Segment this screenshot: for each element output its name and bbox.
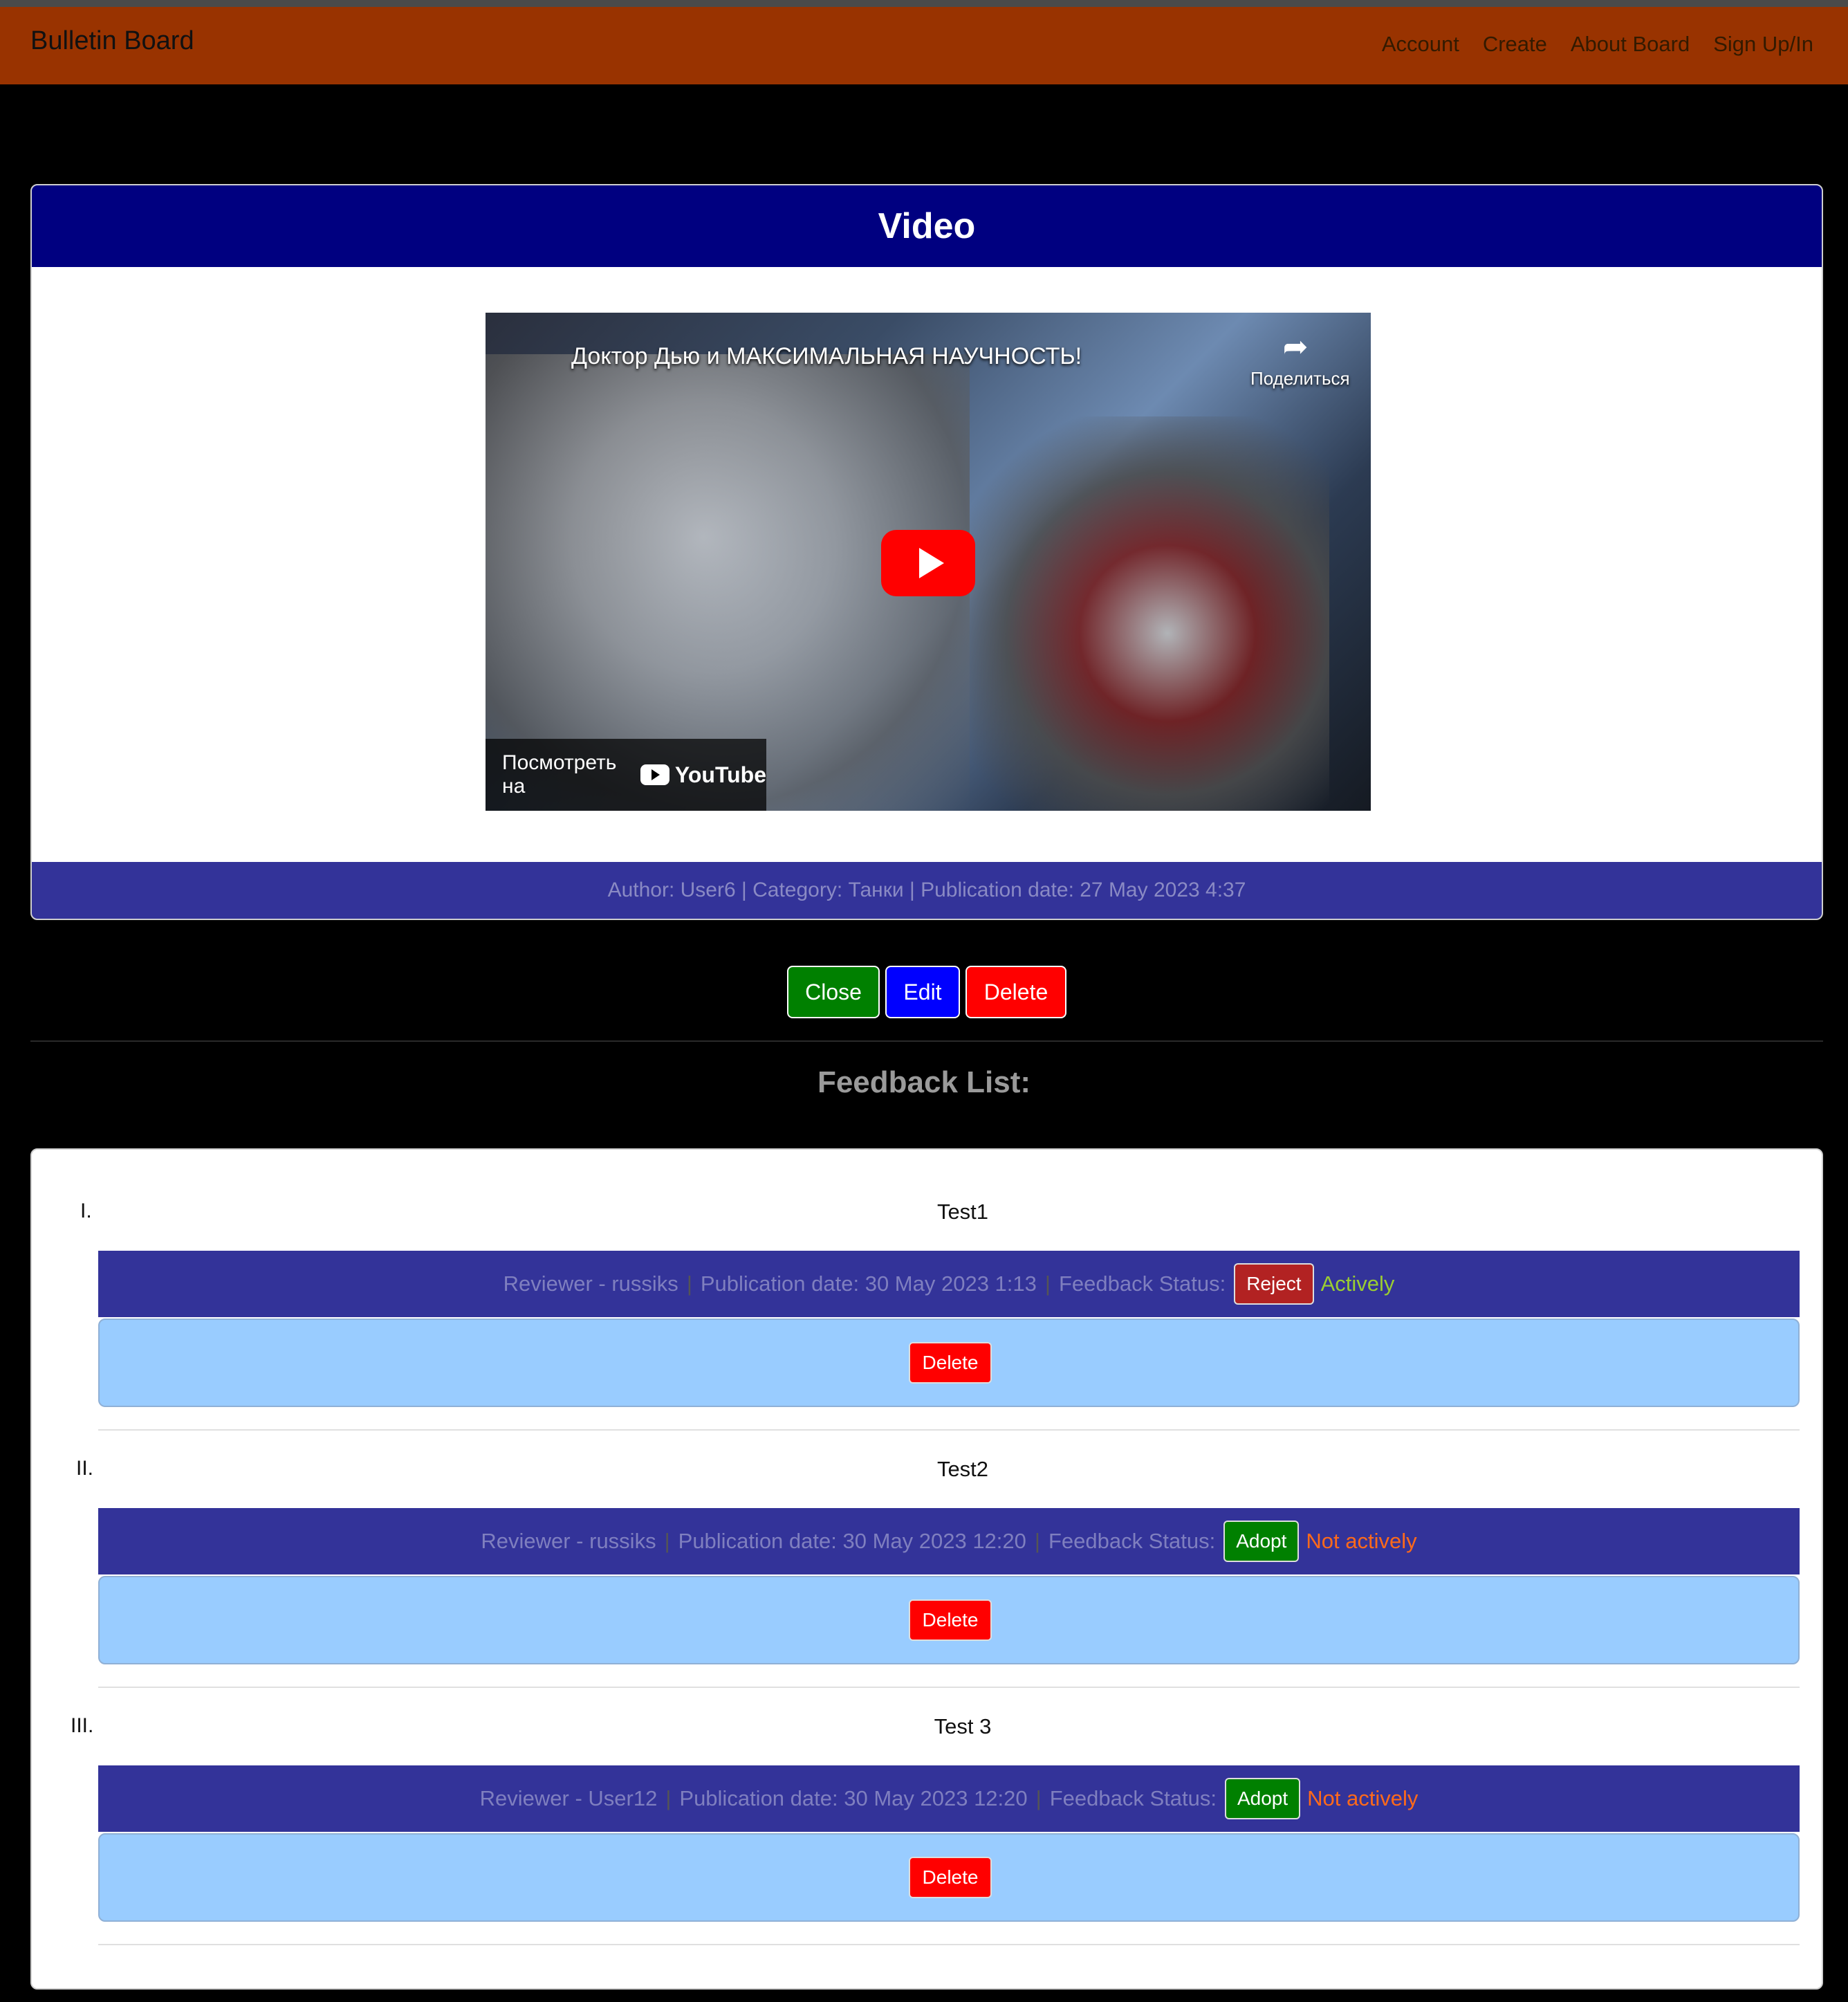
feedback-status: Not actively (1306, 1529, 1417, 1553)
feedback-meta-bar: Reviewer - User12 | Publication date: 30… (98, 1765, 1800, 1832)
brand-link[interactable]: Bulletin Board (30, 26, 194, 56)
nav-account[interactable]: Account (1382, 32, 1459, 57)
feedback-status: Not actively (1307, 1786, 1419, 1810)
feedback-body: Delete (98, 1319, 1800, 1407)
feedback-list-title: Feedback List: (817, 1065, 1031, 1099)
feedback-title: Test2 (936, 1457, 989, 1481)
delete-post-button[interactable]: Delete (965, 966, 1066, 1018)
feedback-divider (98, 1429, 1800, 1431)
adopt-button[interactable]: Adopt (1224, 1778, 1301, 1819)
youtube-icon (640, 764, 669, 785)
close-button[interactable]: Close (787, 966, 880, 1018)
feedback-body: Delete (98, 1576, 1800, 1664)
video-embed[interactable]: Доктор Дью и МАКСИМАЛЬНАЯ НАУЧНОСТЬ! ➦ П… (486, 313, 1371, 811)
delete-feedback-button[interactable]: Delete (909, 1599, 992, 1641)
feedback-reviewer: Reviewer - russiks (503, 1271, 678, 1296)
post-card: Video Доктор Дью и МАКСИМАЛЬНАЯ НАУЧНОСТ… (30, 184, 1823, 920)
reject-button[interactable]: Reject (1234, 1263, 1314, 1305)
youtube-label: YouTube (674, 762, 766, 787)
feedback-status-label: Feedback Status: (1058, 1271, 1226, 1296)
separator: | (664, 1529, 670, 1553)
delete-feedback-button[interactable]: Delete (909, 1342, 992, 1384)
adopt-button[interactable]: Adopt (1223, 1521, 1300, 1562)
post-meta-footer: Author: User6 | Category: Танки | Public… (32, 862, 1822, 919)
feedback-divider (98, 1944, 1800, 1945)
nav-create[interactable]: Create (1483, 32, 1547, 57)
feedback-meta-bar: Reviewer - russiks | Publication date: 3… (98, 1508, 1800, 1574)
feedback-list: I. Test1 Reviewer - russiks | Publicatio… (30, 1148, 1823, 1990)
edit-button[interactable]: Edit (885, 966, 960, 1018)
feedback-status: Actively (1320, 1271, 1395, 1296)
separator: | (665, 1786, 672, 1810)
feedback-divider (98, 1687, 1800, 1688)
video-thumbnail-device (970, 416, 1329, 811)
nav-links: Account Create About Board Sign Up/In (1382, 32, 1813, 57)
share-label: Поделиться (1250, 368, 1350, 389)
separator: | (1044, 1271, 1051, 1296)
navbar: Bulletin Board Account Create About Boar… (0, 7, 1848, 84)
post-header: Video (32, 185, 1822, 267)
feedback-body: Delete (98, 1833, 1800, 1922)
nav-about-board[interactable]: About Board (1571, 32, 1690, 57)
separator: | (1034, 1529, 1040, 1553)
divider (30, 1040, 1823, 1042)
feedback-status-label: Feedback Status: (1048, 1529, 1216, 1553)
play-button[interactable] (881, 530, 975, 596)
share-icon: ➦ (1282, 330, 1309, 364)
feedback-date: Publication date: 30 May 2023 12:20 (679, 1786, 1028, 1810)
window-top-border (0, 0, 1848, 7)
feedback-meta-bar: Reviewer - russiks | Publication date: 3… (98, 1251, 1800, 1317)
youtube-logo: YouTube (640, 762, 766, 788)
feedback-reviewer: Reviewer - User12 (479, 1786, 658, 1810)
feedback-date: Publication date: 30 May 2023 1:13 (700, 1271, 1037, 1296)
feedback-reviewer: Reviewer - russiks (481, 1529, 656, 1553)
watch-label: Посмотреть на (502, 751, 617, 798)
separator: | (686, 1271, 692, 1296)
share-button[interactable]: ➦ Поделиться (1250, 330, 1350, 389)
separator: | (1035, 1786, 1042, 1810)
play-icon (919, 548, 944, 578)
video-title[interactable]: Доктор Дью и МАКСИМАЛЬНАЯ НАУЧНОСТЬ! (571, 343, 1082, 370)
feedback-title: Test1 (936, 1200, 989, 1224)
watch-on-youtube-button[interactable]: Посмотреть на YouTube (486, 739, 766, 811)
feedback-date: Publication date: 30 May 2023 12:20 (678, 1529, 1026, 1553)
feedback-status-label: Feedback Status: (1049, 1786, 1217, 1810)
feedback-title: Test 3 (934, 1714, 992, 1738)
delete-feedback-button[interactable]: Delete (909, 1857, 992, 1898)
nav-sign-up-in[interactable]: Sign Up/In (1713, 32, 1813, 57)
